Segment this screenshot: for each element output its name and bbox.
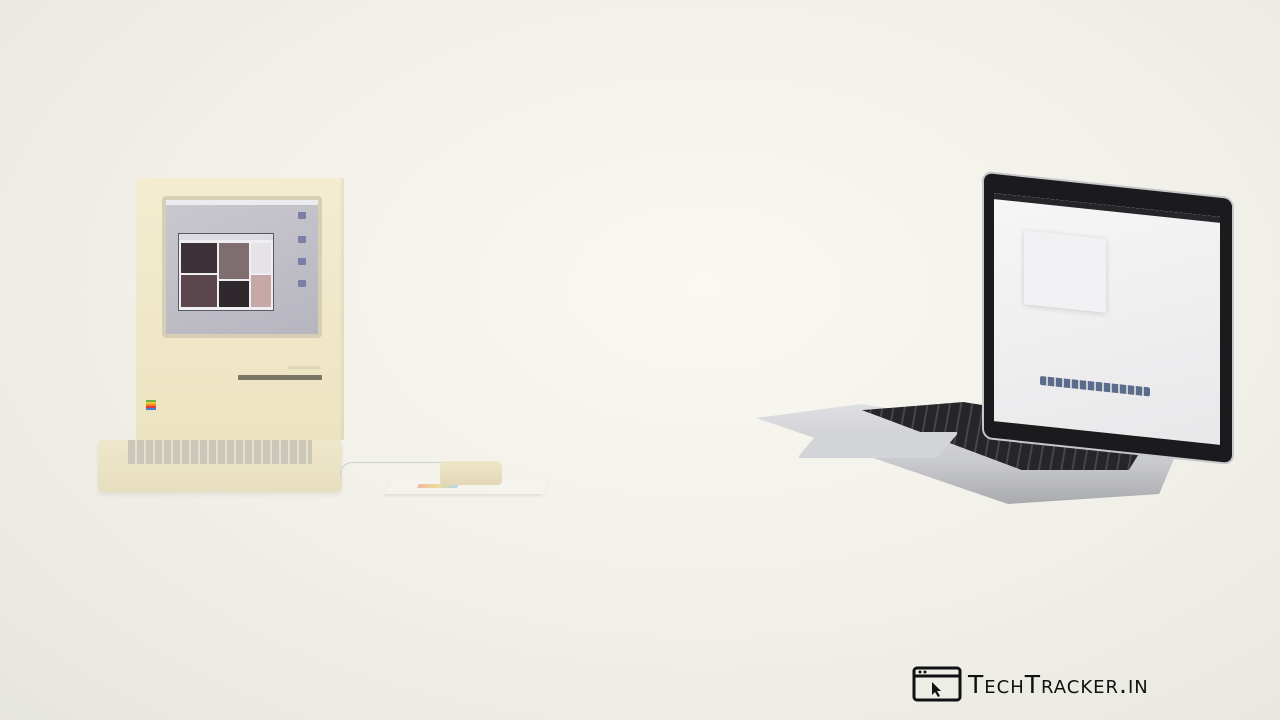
screen-menubar [166, 200, 318, 205]
window-image-tile [219, 243, 249, 279]
window-image-tile [181, 275, 217, 307]
apple-logo-icon [146, 400, 156, 410]
keyboard-keys [128, 440, 312, 464]
window-image-tile [181, 243, 217, 273]
folder-icon [298, 280, 306, 287]
display-dock [1040, 375, 1150, 397]
folder-icon [298, 258, 306, 265]
folder-icon [298, 212, 306, 219]
browser-cursor-icon [912, 666, 962, 702]
display-dialog-window [1024, 230, 1106, 313]
window-image-tile [219, 281, 249, 307]
window-image-tile [251, 243, 271, 273]
floppy-label [288, 366, 320, 369]
floppy-slot [238, 375, 322, 380]
crt-screen [166, 200, 318, 334]
watermark-text: TechTracker.in [968, 669, 1149, 699]
watermark: TechTracker.in [912, 664, 1149, 704]
laptop-trackpad [797, 432, 959, 458]
vintage-mouse [440, 461, 502, 485]
window-image-tile [251, 275, 271, 307]
mouse-cable [340, 462, 451, 477]
window-titlebar [179, 234, 273, 240]
photo-scene: TechTracker.in [0, 0, 1280, 720]
laptop-display [994, 193, 1220, 445]
screen-window [178, 233, 274, 311]
folder-icon [298, 236, 306, 243]
